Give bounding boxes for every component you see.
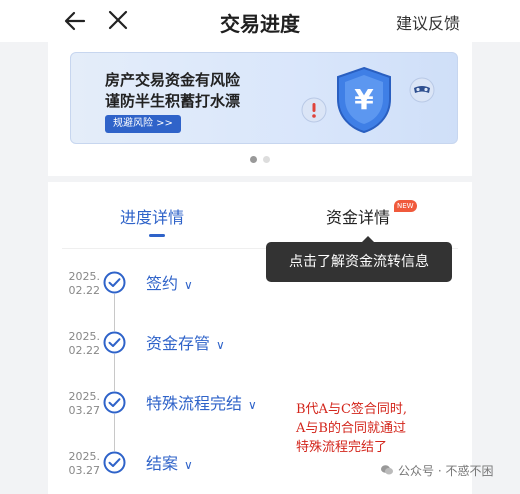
banner-subheadline: 谨防半生积蓄打水漂 bbox=[105, 92, 241, 110]
timeline-step-special-process[interactable]: 2025. 03.27 特殊流程完结 ∨ bbox=[48, 388, 472, 428]
step-date-day: 02.22 bbox=[68, 284, 101, 297]
tab-progress-details[interactable]: 进度详情 bbox=[120, 204, 184, 228]
fraud-mask-icon bbox=[409, 77, 435, 103]
chevron-down-icon[interactable]: ∨ bbox=[184, 278, 193, 292]
banner-section: 房产交易资金有风险 谨防半生积蓄打水漂 规避风险 >> ¥ bbox=[48, 42, 472, 176]
chevron-down-icon[interactable]: ∨ bbox=[248, 398, 257, 412]
risk-banner[interactable]: 房产交易资金有风险 谨防半生积蓄打水漂 规避风险 >> ¥ bbox=[70, 52, 458, 144]
timeline-step-escrow[interactable]: 2025. 02.22 资金存管 ∨ bbox=[48, 328, 472, 368]
avoid-risk-button[interactable]: 规避风险 >> bbox=[105, 115, 181, 133]
check-circle-icon bbox=[103, 451, 126, 474]
shield-icon: ¥ bbox=[337, 66, 391, 134]
chevron-down-icon[interactable]: ∨ bbox=[184, 458, 193, 472]
annotation-line: B代A与C签合同时, bbox=[296, 402, 408, 417]
shield-symbol: ¥ bbox=[354, 83, 374, 116]
step-date-year: 2025. bbox=[68, 330, 101, 343]
annotation-line: 特殊流程完结了 bbox=[296, 440, 388, 455]
step-label: 资金存管 bbox=[146, 334, 211, 353]
step-name[interactable]: 资金存管 ∨ bbox=[146, 330, 225, 354]
check-circle-icon bbox=[103, 331, 126, 354]
annotation-note: B代A与C签合同时, A与B的合同就通过 特殊流程完结了 bbox=[296, 400, 407, 457]
step-date-year: 2025. bbox=[68, 270, 101, 283]
top-nav-bar: 交易进度 建议反馈 bbox=[0, 0, 520, 42]
new-badge: NEW bbox=[394, 200, 417, 212]
watermark: 公众号 · 不惑不困 bbox=[380, 462, 493, 479]
progress-card: 进度详情 资金详情 NEW 点击了解资金流转信息 2025. 02.22 签约 ∨… bbox=[48, 182, 472, 494]
banner-headline: 房产交易资金有风险 bbox=[105, 71, 241, 89]
carousel-indicator bbox=[48, 156, 472, 163]
step-label: 结案 bbox=[146, 454, 179, 473]
carousel-dot[interactable] bbox=[263, 156, 270, 163]
active-tab-indicator bbox=[149, 234, 165, 237]
watermark-text: 公众号 · 不惑不困 bbox=[398, 464, 494, 478]
wechat-icon bbox=[381, 465, 393, 475]
timeline-line bbox=[114, 290, 115, 462]
step-name[interactable]: 签约 ∨ bbox=[146, 270, 193, 294]
warning-icon bbox=[301, 97, 327, 123]
tab-fund-details[interactable]: 资金详情 bbox=[326, 204, 390, 228]
carousel-dot-active[interactable] bbox=[250, 156, 257, 163]
feedback-button[interactable]: 建议反馈 bbox=[396, 10, 460, 34]
check-circle-icon bbox=[103, 271, 126, 294]
step-date-day: 03.27 bbox=[68, 404, 101, 417]
chevron-down-icon[interactable]: ∨ bbox=[216, 338, 225, 352]
step-date-day: 03.27 bbox=[68, 464, 101, 477]
step-name[interactable]: 特殊流程完结 ∨ bbox=[146, 390, 257, 414]
step-label: 签约 bbox=[146, 274, 179, 293]
step-label: 特殊流程完结 bbox=[146, 394, 243, 413]
step-name[interactable]: 结案 ∨ bbox=[146, 450, 193, 474]
step-date-year: 2025. bbox=[68, 390, 101, 403]
timeline-step-signing[interactable]: 2025. 02.22 签约 ∨ bbox=[48, 268, 472, 308]
step-date-day: 02.22 bbox=[68, 344, 101, 357]
check-circle-icon bbox=[103, 391, 126, 414]
annotation-line: A与B的合同就通过 bbox=[296, 421, 406, 436]
step-date-year: 2025. bbox=[68, 450, 101, 463]
